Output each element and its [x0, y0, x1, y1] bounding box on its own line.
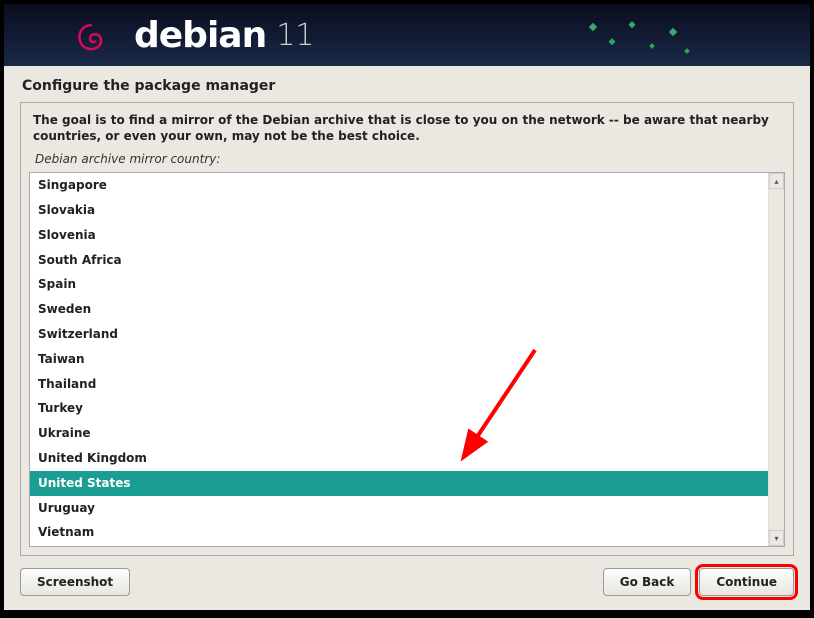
scroll-thumb[interactable] [769, 189, 784, 530]
brand-name: debian [134, 15, 266, 56]
page-title: Configure the package manager [4, 66, 810, 102]
list-item[interactable]: Slovenia [30, 223, 768, 248]
version-number: 11 [276, 18, 314, 53]
country-list[interactable]: SingaporeSlovakiaSloveniaSouth AfricaSpa… [30, 173, 768, 546]
list-item[interactable]: Vietnam [30, 520, 768, 545]
right-button-group: Go Back Continue [603, 568, 794, 596]
debian-swirl-icon [72, 19, 112, 59]
list-item[interactable]: United States [30, 471, 768, 496]
header-banner: debian 11 [4, 4, 810, 66]
list-container: SingaporeSlovakiaSloveniaSouth AfricaSpa… [29, 172, 785, 547]
list-item[interactable]: Ukraine [30, 421, 768, 446]
list-item[interactable]: Uruguay [30, 496, 768, 521]
list-item[interactable]: Sweden [30, 297, 768, 322]
decorative-dots-icon [580, 14, 700, 64]
button-bar: Screenshot Go Back Continue [4, 556, 810, 610]
list-item[interactable]: South Africa [30, 248, 768, 273]
list-item[interactable]: United Kingdom [30, 446, 768, 471]
screenshot-button[interactable]: Screenshot [20, 568, 130, 596]
installer-window: debian 11 Configure the package manager … [4, 4, 810, 610]
description-text: The goal is to find a mirror of the Debi… [29, 111, 785, 152]
list-item[interactable]: Thailand [30, 372, 768, 397]
scrollbar[interactable]: ▴ ▾ [768, 173, 784, 546]
list-item[interactable]: Spain [30, 272, 768, 297]
list-label: Debian archive mirror country: [29, 152, 785, 172]
scroll-up-icon[interactable]: ▴ [769, 173, 784, 189]
list-item[interactable]: Turkey [30, 396, 768, 421]
list-item[interactable]: Taiwan [30, 347, 768, 372]
list-item[interactable]: Singapore [30, 173, 768, 198]
continue-button[interactable]: Continue [699, 568, 794, 596]
scroll-down-icon[interactable]: ▾ [769, 530, 784, 546]
content-frame: The goal is to find a mirror of the Debi… [20, 102, 794, 556]
list-item[interactable]: Slovakia [30, 198, 768, 223]
go-back-button[interactable]: Go Back [603, 568, 692, 596]
list-item[interactable]: Switzerland [30, 322, 768, 347]
